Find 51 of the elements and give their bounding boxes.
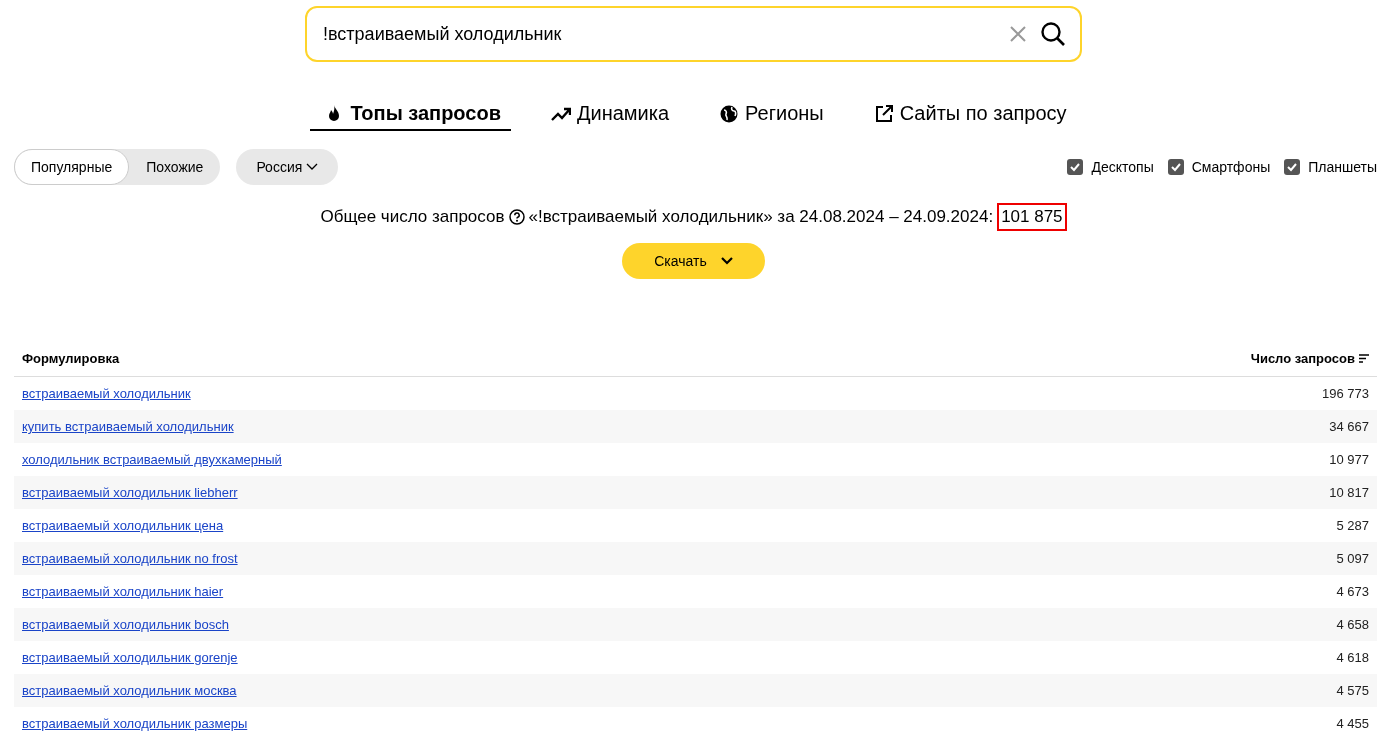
summary-label: Общее число запросов	[320, 207, 505, 227]
column-header: Формулировка	[14, 341, 931, 377]
checkbox[interactable]	[1284, 159, 1301, 175]
close-icon[interactable]	[1010, 26, 1026, 42]
query-link[interactable]: холодильник встраиваемый двухкамерный	[22, 452, 282, 467]
query-count: 4 673	[1336, 584, 1369, 599]
query-count: 4 455	[1336, 716, 1369, 731]
query-link[interactable]: встраиваемый холодильник	[22, 386, 191, 401]
tab[interactable]: Топы запросов	[310, 102, 511, 131]
column-header[interactable]: Число запросов	[1250, 351, 1355, 366]
query-count: 10 817	[1329, 485, 1369, 500]
query-link[interactable]: встраиваемый холодильник размеры	[22, 716, 248, 731]
chevron-down-icon	[720, 257, 733, 265]
help-icon[interactable]	[508, 209, 525, 225]
tab[interactable]: Сайты по запросу	[859, 102, 1077, 131]
query-link[interactable]: встраиваемый холодильник liebherr	[22, 485, 238, 500]
checkbox-label: Десктопы	[1091, 159, 1154, 175]
query-count: 5 097	[1336, 551, 1369, 566]
globe-icon	[719, 103, 740, 124]
search-field[interactable]: !встраиваемый холодильник	[321, 22, 996, 46]
query-link[interactable]: встраиваемый холодильник haier	[22, 584, 224, 599]
query-count: 10 977	[1329, 452, 1369, 467]
download-button[interactable]: Скачать	[622, 243, 765, 279]
mode-option[interactable]: Похожие	[129, 149, 221, 185]
tab[interactable]: Регионы	[705, 102, 834, 131]
search-icon[interactable]	[1040, 21, 1066, 47]
search-bar[interactable]: !встраиваемый холодильник	[305, 6, 1082, 62]
query-count: 4 618	[1336, 650, 1369, 665]
query-link[interactable]: встраиваемый холодильник gorenje	[22, 650, 238, 665]
checkbox-label: Планшеты	[1308, 159, 1377, 175]
total-count: 101 875	[997, 203, 1067, 231]
tab[interactable]: Динамика	[536, 102, 680, 131]
summary-query: «!встраиваемый холодильник» за 24.08.2024 – 24.09.2024:	[528, 207, 994, 227]
region-dropdown[interactable]: Россия	[236, 149, 339, 185]
checkbox[interactable]	[1167, 159, 1184, 175]
query-link[interactable]: купить встраиваемый холодильник	[22, 419, 234, 434]
external-icon	[873, 103, 894, 124]
query-count: 4 658	[1336, 617, 1369, 632]
query-link[interactable]: встраиваемый холодильник москва	[22, 683, 237, 698]
mode-option[interactable]: Популярные	[14, 149, 130, 185]
checkbox-label: Смартфоны	[1191, 159, 1271, 175]
sort-icon[interactable]	[1359, 354, 1369, 363]
checkbox[interactable]	[1067, 159, 1084, 175]
query-count: 196 773	[1322, 386, 1369, 401]
chevron-down-icon	[306, 163, 319, 171]
query-count: 5 287	[1336, 518, 1369, 533]
query-count: 4 575	[1336, 683, 1369, 698]
query-link[interactable]: встраиваемый холодильник bosch	[22, 617, 229, 632]
query-link[interactable]: встраиваемый холодильник цена	[22, 518, 224, 533]
query-count: 34 667	[1329, 419, 1369, 434]
query-link[interactable]: встраиваемый холодильник no frost	[22, 551, 238, 566]
